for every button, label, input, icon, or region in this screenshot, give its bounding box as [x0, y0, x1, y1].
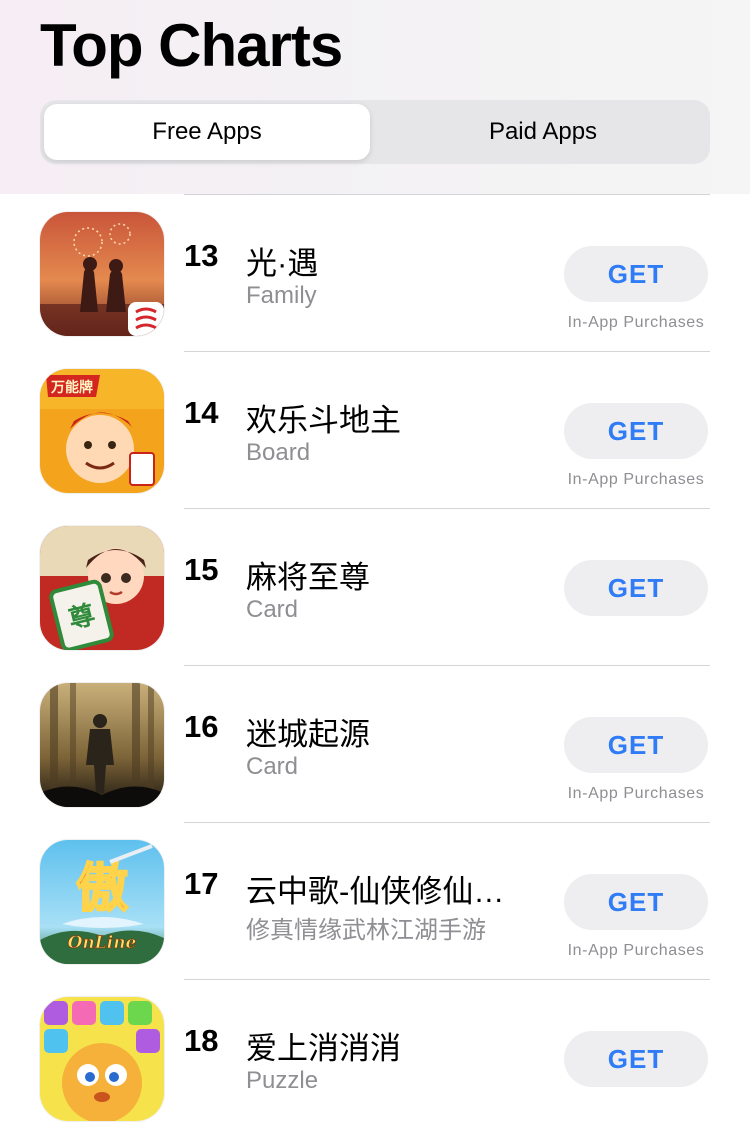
row-divider: [184, 351, 710, 352]
get-button[interactable]: GET: [564, 246, 708, 302]
app-name[interactable]: 迷城起源: [246, 709, 536, 754]
lost-city-origin-icon[interactable]: [40, 683, 164, 807]
list-item[interactable]: 13 光·遇 Family GET In-App Purchases: [0, 194, 750, 351]
yunzhongge-online-icon[interactable]: 傲 OnLine: [40, 840, 164, 964]
app-name[interactable]: 云中歌-仙侠修仙…: [246, 866, 536, 911]
app-category: Family: [246, 282, 317, 309]
row-divider: [184, 822, 710, 823]
get-button[interactable]: GET: [564, 874, 708, 930]
list-item[interactable]: 16 迷城起源 Card GET In-App Purchases: [0, 665, 750, 822]
list-item[interactable]: 18 爱上消消消 Puzzle GET: [0, 979, 750, 1136]
app-category: Card: [246, 753, 299, 780]
get-button[interactable]: GET: [564, 1031, 708, 1087]
row-divider: [184, 665, 710, 666]
app-rank: 13: [184, 238, 219, 273]
app-category: Card: [246, 596, 299, 623]
app-rank: 17: [184, 866, 219, 901]
svg-text:万能牌: 万能牌: [50, 379, 93, 396]
sky-children-of-light-icon[interactable]: [40, 212, 164, 336]
app-rank: 15: [184, 552, 219, 587]
row-divider: [184, 979, 710, 980]
chart-type-segmented-control: Free Apps Paid Apps: [40, 100, 710, 164]
app-category: Puzzle: [246, 1067, 319, 1094]
app-category: Board: [246, 439, 311, 466]
app-name[interactable]: 欢乐斗地主: [246, 395, 536, 440]
list-item[interactable]: 傲 OnLine 17 云中歌-仙侠修仙… 修真情缘武林江湖手游 GET In-…: [0, 822, 750, 979]
row-divider: [184, 194, 710, 195]
in-app-purchases-note: In-App Purchases: [567, 471, 705, 488]
get-button[interactable]: GET: [564, 717, 708, 773]
app-category: 修真情缘武林江湖手游: [246, 917, 486, 944]
row-divider: [184, 508, 710, 509]
app-rank: 14: [184, 395, 219, 430]
app-rank: 18: [184, 1023, 219, 1058]
svg-text:傲: 傲: [76, 859, 128, 919]
get-button[interactable]: GET: [564, 403, 708, 459]
in-app-purchases-note: In-App Purchases: [567, 314, 705, 331]
app-list: 13 光·遇 Family GET In-App Purchases 万能牌 1…: [0, 194, 750, 1136]
app-name[interactable]: 光·遇: [246, 238, 536, 283]
get-button[interactable]: GET: [564, 560, 708, 616]
in-app-purchases-note: In-App Purchases: [567, 785, 705, 802]
happy-landlord-icon[interactable]: 万能牌: [40, 369, 164, 493]
app-rank: 16: [184, 709, 219, 744]
app-name[interactable]: 麻将至尊: [246, 552, 536, 597]
list-item[interactable]: 万能牌 14 欢乐斗地主 Board GET In-App Purchases: [0, 351, 750, 508]
top-charts-header: Top Charts Free Apps Paid Apps: [0, 0, 750, 194]
mahjong-supreme-icon[interactable]: 尊: [40, 526, 164, 650]
list-item[interactable]: 尊 15 麻将至尊 Card GET: [0, 508, 750, 665]
app-name[interactable]: 爱上消消消: [246, 1023, 536, 1068]
tab-free-apps[interactable]: Free Apps: [44, 104, 370, 160]
tab-paid-apps[interactable]: Paid Apps: [380, 104, 706, 160]
page-title: Top Charts: [40, 12, 343, 79]
in-app-purchases-note: In-App Purchases: [567, 942, 705, 959]
love-match-puzzle-icon[interactable]: [40, 997, 164, 1121]
svg-text:OnLine: OnLine: [68, 933, 137, 953]
